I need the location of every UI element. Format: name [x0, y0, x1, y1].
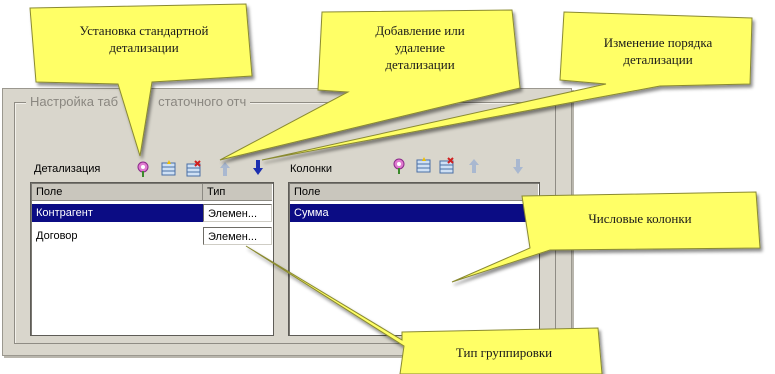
callout-add-remove-text: Добавление или удаление детализации	[375, 23, 465, 72]
callout-numeric	[451, 191, 761, 283]
callout-standard-text: Установка стандартной детализации	[79, 23, 209, 55]
callout-order-text: Изменение порядка детализации	[603, 35, 713, 67]
callout-grouping-text: Тип группировки	[455, 345, 553, 360]
callout-numeric-text: Числовые колонки	[588, 211, 692, 226]
